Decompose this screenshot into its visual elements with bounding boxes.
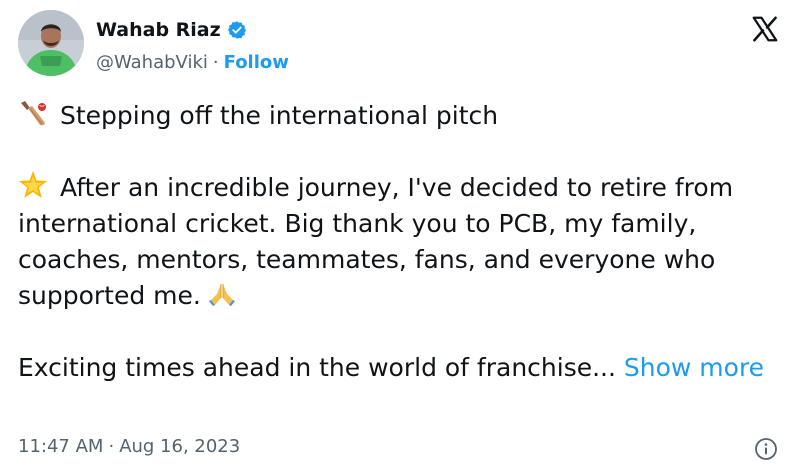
show-more-link[interactable]: Show more [624, 353, 764, 382]
author-name[interactable]: Wahab Riaz [96, 19, 221, 41]
author-name-row: Wahab Riaz [96, 16, 247, 44]
folded-hands-icon [207, 278, 237, 308]
tweet-card: Wahab Riaz @WahabViki · Follow Stepping … [0, 0, 800, 476]
handle-row: @WahabViki · Follow [96, 52, 289, 73]
tweet-line-1: Stepping off the international pitch [18, 98, 788, 134]
author-handle[interactable]: @WahabViki [96, 52, 208, 73]
tweet-time[interactable]: 11:47 AM [18, 436, 103, 457]
cricket-bat-icon [18, 98, 48, 128]
avatar[interactable] [18, 10, 84, 76]
tweet-body: Stepping off the international pitch Aft… [18, 98, 788, 386]
timestamp-separator: · [108, 436, 115, 457]
verified-badge-icon [227, 20, 247, 40]
star-glow-icon [18, 170, 48, 200]
tweet-paragraph-2-text: After an incredible journey, I've decide… [18, 173, 734, 310]
follow-button[interactable]: Follow [224, 52, 289, 73]
tweet-line-1-text: Stepping off the international pitch [60, 101, 499, 130]
timestamp-row: 11:47 AM · Aug 16, 2023 [18, 436, 240, 457]
x-logo-icon[interactable] [750, 14, 780, 44]
tweet-paragraph-3-text: Exciting times ahead in the world of fra… [18, 353, 616, 382]
handle-separator: · [212, 52, 219, 73]
tweet-paragraph-2: After an incredible journey, I've decide… [18, 170, 788, 314]
tweet-paragraph-3: Exciting times ahead in the world of fra… [18, 350, 788, 386]
info-icon[interactable] [754, 437, 778, 461]
tweet-date[interactable]: Aug 16, 2023 [119, 436, 240, 457]
